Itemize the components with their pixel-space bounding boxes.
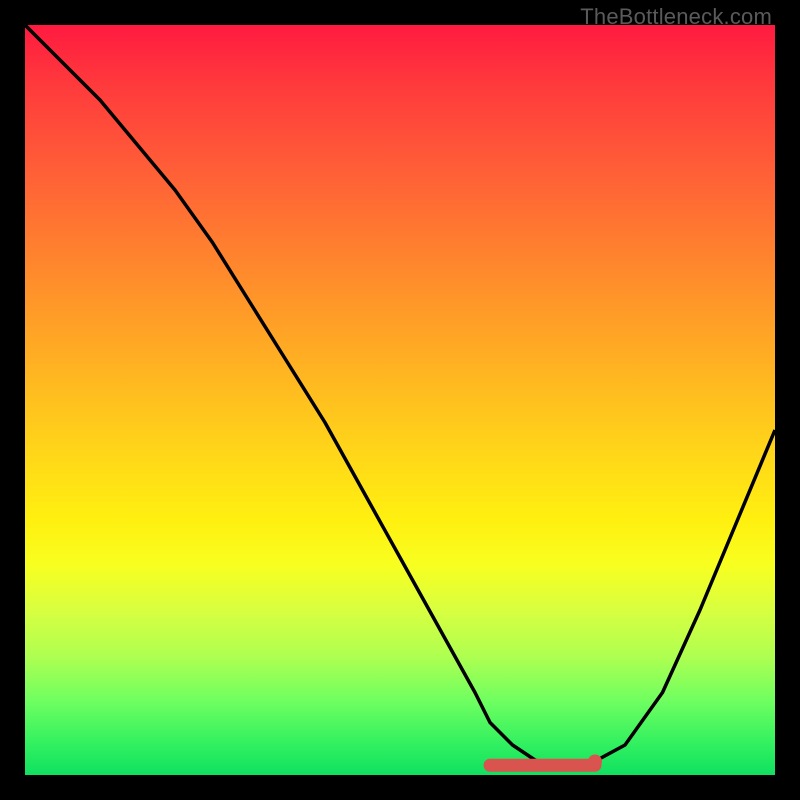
chart-frame: TheBottleneck.com bbox=[0, 0, 800, 800]
bottleneck-curve bbox=[25, 25, 775, 766]
minimum-dot bbox=[588, 755, 602, 769]
plot-area bbox=[25, 25, 775, 775]
curve-layer bbox=[25, 25, 775, 775]
